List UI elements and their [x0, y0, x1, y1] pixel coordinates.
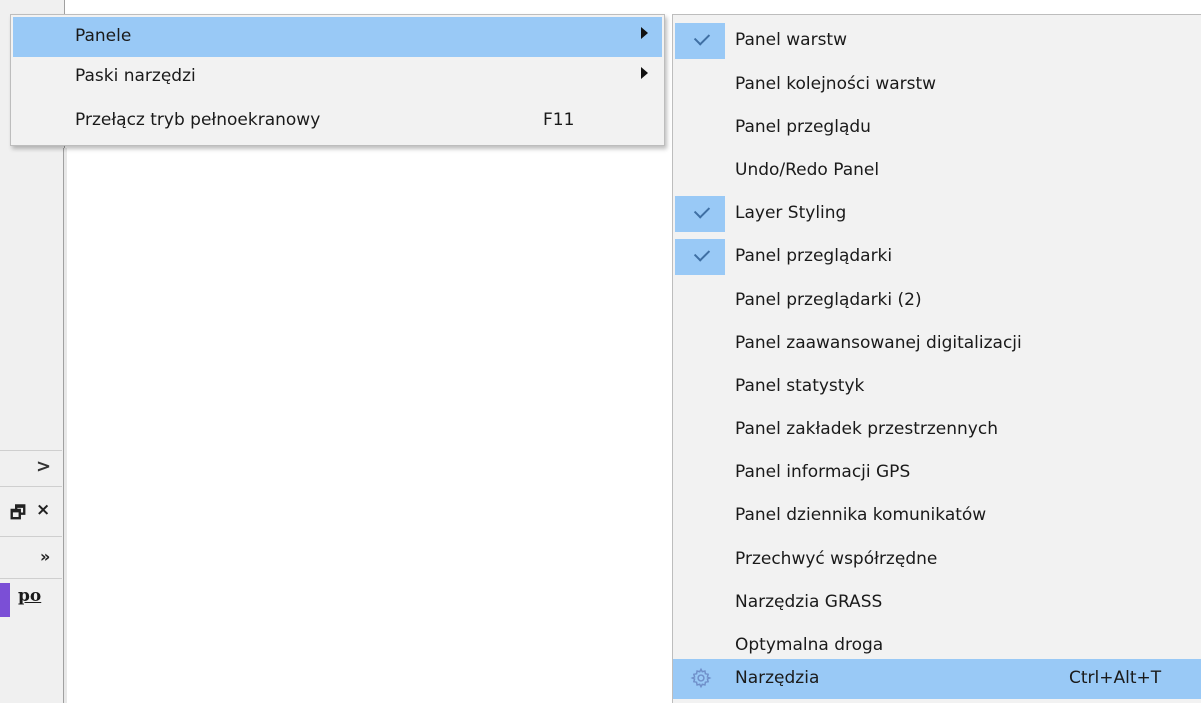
menu-item-shortcut: F11 — [543, 110, 575, 130]
submenu-item-label: Narzędzia — [735, 668, 820, 688]
submenu-item-label: Panel kolejności warstw — [735, 74, 937, 94]
submenu-item-label: Undo/Redo Panel — [735, 160, 880, 180]
menu-item-label: Panele — [75, 26, 132, 46]
submenu-item-label: Panel informacji GPS — [735, 462, 911, 482]
submenu-item-panel-przegladarki[interactable]: Panel przeglądarki — [673, 237, 1201, 277]
submenu-item-panel-dziennika[interactable]: Panel dziennika komunikatów — [673, 496, 1201, 536]
dock-toolbar-row — [0, 450, 62, 485]
checkmark-icon — [693, 29, 711, 46]
check-indicator — [675, 196, 725, 232]
submenu-item-undo-redo-panel[interactable]: Undo/Redo Panel — [673, 151, 1201, 191]
close-dock-button[interactable]: × — [36, 500, 50, 520]
submenu-item-panel-warstw[interactable]: Panel warstw — [673, 21, 1201, 61]
submenu-item-panel-zaawansowanej-digitalizacji[interactable]: Panel zaawansowanej digitalizacji — [673, 324, 1201, 364]
submenu-item-narzedzia-grass[interactable]: Narzędzia GRASS — [673, 583, 1201, 623]
submenu-item-panel-statystyk[interactable]: Panel statystyk — [673, 367, 1201, 407]
submenu-item-panel-kolejnosci-warstw[interactable]: Panel kolejności warstw — [673, 65, 1201, 105]
menu-item-label: Przełącz tryb pełnoekranowy — [75, 110, 321, 130]
check-indicator — [675, 23, 725, 59]
checkmark-icon — [693, 245, 711, 262]
submenu-item-label: Narzędzia GRASS — [735, 592, 883, 612]
submenu-item-panel-informacji-gps[interactable]: Panel informacji GPS — [673, 453, 1201, 493]
submenu-item-label: Panel przeglądarki (2) — [735, 290, 922, 310]
checkmark-icon — [693, 202, 711, 219]
submenu-item-label: Panel warstw — [735, 30, 848, 50]
gear-icon — [690, 667, 712, 689]
tab-label[interactable]: po — [18, 586, 41, 606]
tab-accent-bar — [0, 583, 10, 617]
dock-tabs-row — [0, 536, 62, 577]
more-tabs-icon[interactable]: » — [40, 547, 50, 566]
submenu-arrow-icon — [641, 67, 648, 79]
menu-item-fullscreen[interactable]: Przełącz tryb pełnoekranowy F11 — [13, 101, 662, 141]
submenu-item-shortcut: Ctrl+Alt+T — [1069, 668, 1162, 688]
submenu-item-panel-przegladarki-2[interactable]: Panel przeglądarki (2) — [673, 281, 1201, 321]
submenu-item-przechwyc-wspolrzedne[interactable]: Przechwyć współrzędne — [673, 540, 1201, 580]
submenu-item-label: Panel przeglądarki — [735, 246, 893, 266]
submenu-arrow-icon — [641, 27, 648, 39]
submenu-item-panel-przegladu[interactable]: Panel przeglądu — [673, 108, 1201, 148]
menu-item-paski-narzedzi[interactable]: Paski narzędzi — [13, 57, 662, 97]
menu-item-panele[interactable]: Panele — [13, 17, 662, 57]
menu-item-label: Paski narzędzi — [75, 66, 196, 86]
submenu-item-narzedzia[interactable]: Narzędzia Ctrl+Alt+T — [673, 659, 1201, 699]
submenu-item-label: Panel zakładek przestrzennych — [735, 419, 998, 439]
submenu-item-label: Optymalna droga — [735, 635, 884, 655]
submenu-item-label: Panel zaawansowanej digitalizacji — [735, 333, 1022, 353]
submenu-item-label: Panel statystyk — [735, 376, 865, 396]
dock-splitter[interactable] — [63, 148, 67, 703]
float-dock-button[interactable]: 🗗 — [10, 500, 26, 529]
panels-submenu: Panel warstw Panel kolejności warstw Pan… — [672, 14, 1201, 703]
submenu-item-label: Layer Styling — [735, 203, 847, 223]
view-menu: Panele Paski narzędzi Przełącz tryb pełn… — [10, 14, 665, 146]
submenu-item-layer-styling[interactable]: Layer Styling — [673, 194, 1201, 234]
submenu-item-label: Panel dziennika komunikatów — [735, 505, 987, 525]
chevron-right-icon[interactable]: > — [36, 456, 51, 477]
check-indicator — [675, 239, 725, 275]
submenu-item-label: Przechwyć współrzędne — [735, 549, 938, 569]
submenu-item-label: Panel przeglądu — [735, 117, 871, 137]
submenu-item-panel-zakladek[interactable]: Panel zakładek przestrzennych — [673, 410, 1201, 450]
